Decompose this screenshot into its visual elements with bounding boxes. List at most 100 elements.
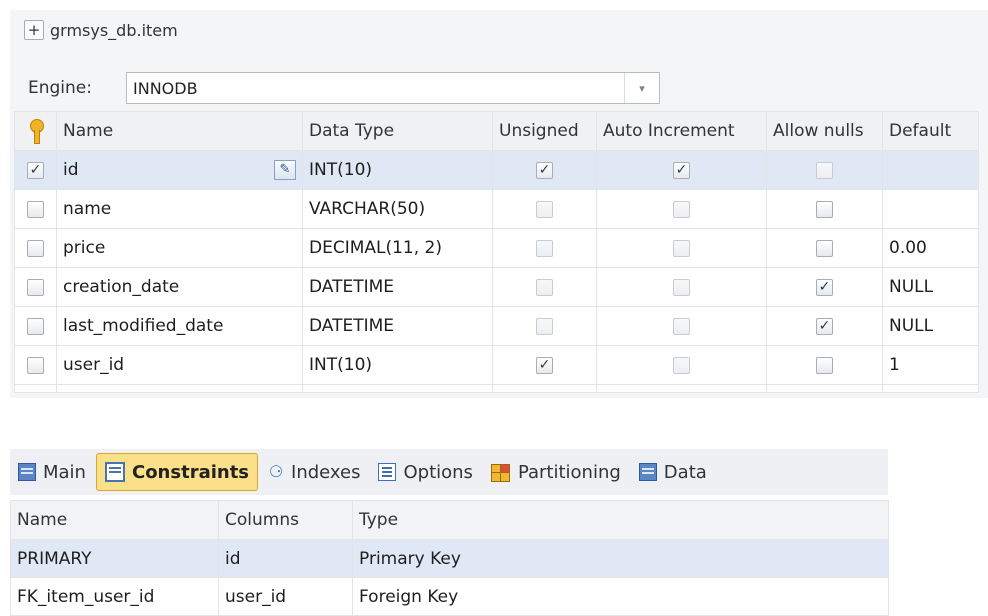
default-cell[interactable]: 1 [882, 345, 979, 385]
constraints-header-columns[interactable]: Columns [218, 500, 353, 540]
primary-key-checkbox[interactable] [27, 317, 44, 335]
column-name-cell[interactable]: creation_date [56, 267, 303, 307]
allow-nulls-checkbox[interactable] [816, 239, 833, 257]
default-cell[interactable]: NULL [882, 267, 979, 307]
primary-key-checkbox[interactable] [27, 356, 44, 374]
key-cell[interactable] [14, 267, 57, 307]
primary-key-checkbox[interactable] [27, 278, 44, 296]
unsigned-checkbox[interactable]: ✓ [536, 161, 553, 179]
data-type-cell[interactable]: INT(10) [302, 150, 493, 190]
auto-increment-cell[interactable] [596, 189, 767, 229]
key-cell[interactable] [14, 306, 57, 346]
key-cell[interactable] [14, 189, 57, 229]
key-cell[interactable] [14, 228, 57, 268]
edit-icon[interactable]: ✎ [274, 160, 296, 180]
table-row[interactable]: ✓ id ✎ INT(10) ✓ ✓ [14, 150, 979, 190]
allow-nulls-cell[interactable] [766, 228, 883, 268]
constraints-header-name[interactable]: Name [10, 500, 219, 540]
table-row[interactable]: name VARCHAR(50) [14, 189, 979, 229]
default-cell[interactable]: NULL [882, 306, 979, 346]
header-default[interactable]: Default [882, 111, 979, 151]
auto-increment-checkbox[interactable] [673, 278, 690, 296]
primary-key-checkbox[interactable] [27, 239, 44, 257]
column-name-cell[interactable]: name [56, 189, 303, 229]
indexes-icon: ⚆ [268, 462, 284, 481]
header-allow-nulls[interactable]: Allow nulls [766, 111, 883, 151]
auto-increment-checkbox[interactable] [673, 200, 690, 218]
unsigned-cell[interactable] [492, 189, 597, 229]
header-name[interactable]: Name [56, 111, 303, 151]
auto-increment-checkbox[interactable] [673, 317, 690, 335]
unsigned-checkbox[interactable]: ✓ [536, 356, 553, 374]
allow-nulls-checkbox[interactable]: ✓ [816, 278, 833, 296]
table-row[interactable]: price DECIMAL(11, 2) 0.00 [14, 228, 979, 268]
allow-nulls-checkbox[interactable]: ✓ [816, 317, 833, 335]
unsigned-cell[interactable] [492, 228, 597, 268]
expand-button[interactable]: + [24, 20, 44, 40]
auto-increment-checkbox[interactable] [673, 239, 690, 257]
constraints-header-type[interactable]: Type [352, 500, 889, 540]
primary-key-checkbox[interactable]: ✓ [27, 161, 44, 179]
auto-increment-cell[interactable]: ✓ [596, 150, 767, 190]
constraint-columns[interactable]: user_id [218, 577, 353, 616]
data-type-cell[interactable]: DECIMAL(11, 2) [302, 228, 493, 268]
tab-main[interactable]: Main [10, 454, 94, 490]
table-row[interactable]: last_modified_date DATETIME ✓ NULL [14, 306, 979, 346]
key-cell[interactable] [14, 345, 57, 385]
unsigned-cell[interactable]: ✓ [492, 345, 597, 385]
header-auto-increment[interactable]: Auto Increment [596, 111, 767, 151]
unsigned-cell[interactable] [492, 267, 597, 307]
engine-select[interactable]: INNODB ▾ [126, 72, 660, 104]
data-type-cell[interactable]: DATETIME [302, 306, 493, 346]
auto-increment-cell[interactable] [596, 228, 767, 268]
constraint-name[interactable]: PRIMARY [10, 539, 219, 578]
unsigned-checkbox[interactable] [536, 200, 553, 218]
column-name-cell[interactable]: id ✎ [56, 150, 303, 190]
allow-nulls-cell[interactable] [766, 345, 883, 385]
constraint-row[interactable]: PRIMARY id Primary Key [10, 539, 889, 578]
constraint-type[interactable]: Primary Key [352, 539, 889, 578]
column-name-cell[interactable]: last_modified_date [56, 306, 303, 346]
data-type-cell[interactable]: DATETIME [302, 267, 493, 307]
chevron-down-icon[interactable]: ▾ [624, 73, 659, 103]
allow-nulls-cell[interactable] [766, 150, 883, 190]
allow-nulls-cell[interactable]: ✓ [766, 306, 883, 346]
allow-nulls-checkbox[interactable] [816, 356, 833, 374]
unsigned-cell[interactable]: ✓ [492, 150, 597, 190]
constraint-row[interactable]: FK_item_user_id user_id Foreign Key [10, 577, 889, 616]
tab-partitioning[interactable]: Partitioning [483, 454, 629, 490]
table-row[interactable]: user_id INT(10) ✓ 1 [14, 345, 979, 385]
allow-nulls-cell[interactable] [766, 189, 883, 229]
column-name-cell[interactable]: price [56, 228, 303, 268]
header-data-type[interactable]: Data Type [302, 111, 493, 151]
tab-data[interactable]: Data [631, 454, 715, 490]
table-row[interactable]: creation_date DATETIME ✓ NULL [14, 267, 979, 307]
column-name-cell[interactable]: user_id [56, 345, 303, 385]
auto-increment-cell[interactable] [596, 306, 767, 346]
allow-nulls-checkbox[interactable] [816, 200, 833, 218]
header-unsigned[interactable]: Unsigned [492, 111, 597, 151]
auto-increment-cell[interactable] [596, 345, 767, 385]
auto-increment-checkbox[interactable]: ✓ [673, 161, 690, 179]
unsigned-checkbox[interactable] [536, 278, 553, 296]
auto-increment-cell[interactable] [596, 267, 767, 307]
allow-nulls-cell[interactable]: ✓ [766, 267, 883, 307]
primary-key-checkbox[interactable] [27, 200, 44, 218]
default-cell[interactable] [882, 189, 979, 229]
constraint-type[interactable]: Foreign Key [352, 577, 889, 616]
key-cell[interactable]: ✓ [14, 150, 57, 190]
auto-increment-checkbox[interactable] [673, 356, 690, 374]
tab-options[interactable]: Options [370, 454, 480, 490]
tab-constraints[interactable]: Constraints [95, 453, 259, 491]
data-type-cell[interactable]: VARCHAR(50) [302, 189, 493, 229]
unsigned-checkbox[interactable] [536, 317, 553, 335]
constraint-columns[interactable]: id [218, 539, 353, 578]
allow-nulls-checkbox[interactable] [816, 161, 833, 179]
tab-indexes[interactable]: ⚆ Indexes [260, 454, 368, 490]
unsigned-cell[interactable] [492, 306, 597, 346]
default-cell[interactable] [882, 150, 979, 190]
constraint-name[interactable]: FK_item_user_id [10, 577, 219, 616]
default-cell[interactable]: 0.00 [882, 228, 979, 268]
data-type-cell[interactable]: INT(10) [302, 345, 493, 385]
unsigned-checkbox[interactable] [536, 239, 553, 257]
